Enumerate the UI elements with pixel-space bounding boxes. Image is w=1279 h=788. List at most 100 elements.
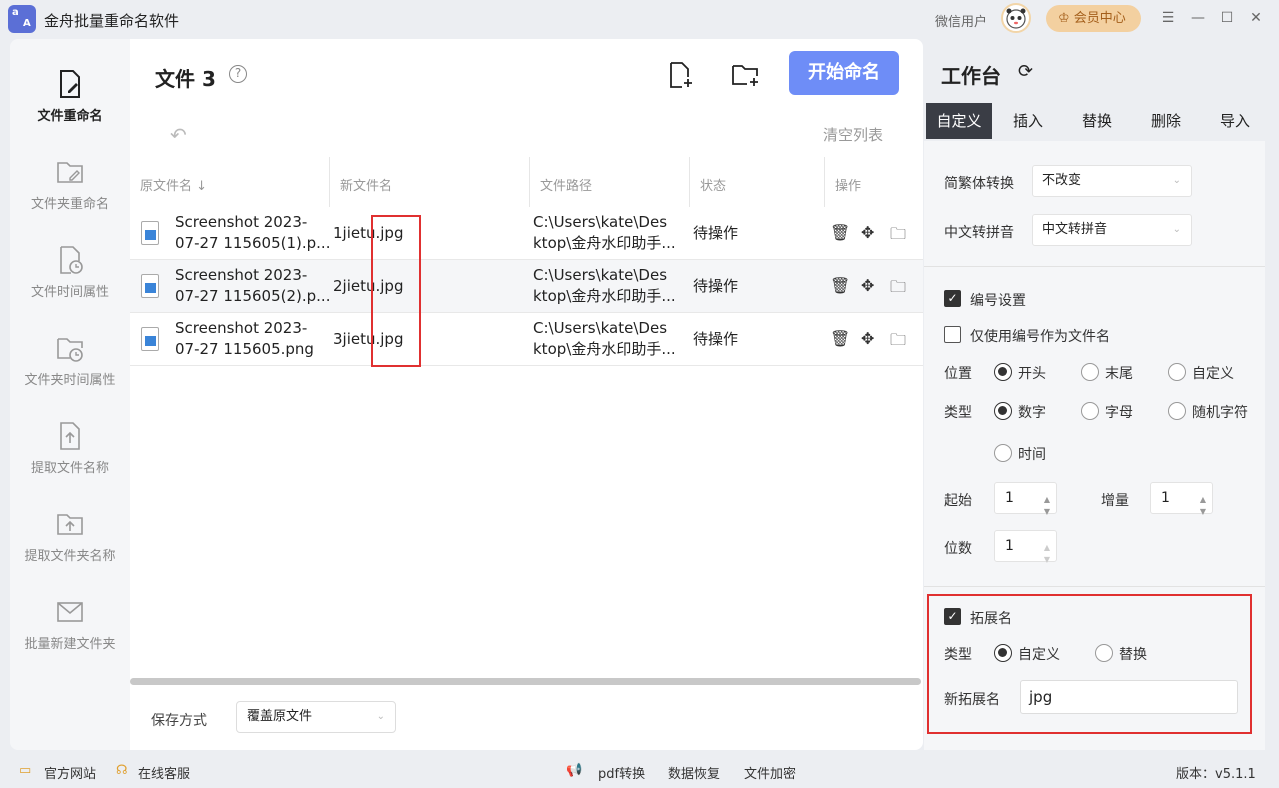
position-end-radio[interactable]	[1081, 363, 1099, 381]
help-icon[interactable]: ?	[229, 65, 247, 83]
title-bar: aA 金舟批量重命名软件 微信用户 ♔ 会员中心 ☰ — ☐ ✕	[0, 0, 1279, 38]
status-text: 待操作	[693, 277, 739, 295]
table-row[interactable]: Screenshot 2023- 07-27 115605(2).p... 2j…	[130, 260, 923, 313]
start-rename-button[interactable]: 开始命名	[789, 51, 899, 95]
highlight-box-extension	[927, 594, 1252, 734]
sidebar-item-file-rename[interactable]: 文件重命名	[10, 69, 130, 124]
original-name-line1: Screenshot 2023-	[175, 213, 308, 231]
column-header-original[interactable]: 原文件名 ↓	[140, 175, 207, 194]
start-value: 1	[1005, 490, 1014, 506]
delete-icon[interactable]: 🗑	[830, 276, 850, 295]
chevron-down-icon[interactable]: ▼	[1044, 545, 1050, 575]
sidebar-item-label: 文件重命名	[37, 109, 103, 124]
open-folder-icon[interactable]: 🗀	[890, 223, 906, 250]
tab-delete[interactable]: 删除	[1133, 103, 1199, 139]
delete-icon[interactable]: 🗑	[830, 223, 850, 242]
table-row[interactable]: Screenshot 2023- 07-27 115605.png 3jietu…	[130, 313, 923, 366]
sidebar-item-extract-file[interactable]: 提取文件名称	[10, 421, 130, 476]
sidebar: 文件重命名 文件夹重命名 文件时间属性 文件夹时间属性 提取文件名称 提取文件夹…	[10, 39, 130, 750]
tab-replace[interactable]: 替换	[1064, 103, 1130, 139]
trad-simplified-value: 不改变	[1042, 173, 1082, 188]
delete-icon[interactable]: 🗑	[830, 329, 850, 348]
original-name-line2: 07-27 115605.png	[175, 340, 314, 358]
column-divider[interactable]	[824, 157, 825, 207]
chevron-down-icon: ⌄	[376, 711, 385, 722]
trad-simplified-select[interactable]: 不改变 ⌄	[1032, 165, 1192, 197]
pdf-convert-link[interactable]: pdf转换	[598, 763, 645, 782]
type-label: 类型	[944, 405, 972, 421]
status-text: 待操作	[693, 224, 739, 242]
sidebar-item-batch-folder[interactable]: 批量新建文件夹	[10, 597, 130, 652]
table-row[interactable]: Screenshot 2023- 07-27 115605(1).p... 1j…	[130, 207, 923, 260]
website-icon: ▭	[19, 763, 32, 778]
open-folder-icon[interactable]: 🗀	[890, 276, 906, 303]
horizontal-scrollbar[interactable]	[130, 678, 921, 685]
sidebar-item-label: 提取文件夹名称	[24, 549, 116, 564]
digits-stepper[interactable]: 1 ▲ ▼	[994, 530, 1057, 564]
column-header-new: 新文件名	[340, 179, 393, 194]
image-file-icon	[141, 221, 159, 245]
move-icon[interactable]: ✥	[861, 329, 874, 348]
online-service-link[interactable]: 在线客服	[138, 763, 190, 782]
workbench-title: 工作台	[941, 64, 1001, 88]
increment-stepper[interactable]: 1 ▲ ▼	[1150, 482, 1213, 516]
increment-label: 增量	[1101, 493, 1129, 509]
close-icon[interactable]: ✕	[1246, 8, 1266, 28]
tab-insert[interactable]: 插入	[995, 103, 1061, 139]
save-mode-select[interactable]: 覆盖原文件 ⌄	[236, 701, 396, 733]
vip-center-button[interactable]: ♔ 会员中心	[1046, 5, 1141, 32]
menu-icon[interactable]: ☰	[1158, 8, 1178, 28]
highlight-box-extension-column	[371, 215, 421, 367]
position-end-label: 末尾	[1105, 366, 1133, 382]
type-time-radio[interactable]	[994, 444, 1012, 462]
move-icon[interactable]: ✥	[861, 276, 874, 295]
type-letter-radio[interactable]	[1081, 402, 1099, 420]
maximize-icon[interactable]: ☐	[1217, 8, 1237, 28]
position-start-label: 开头	[1018, 366, 1046, 382]
move-icon[interactable]: ✥	[861, 223, 874, 242]
sidebar-item-label: 提取文件名称	[30, 461, 109, 476]
page-title: 文件 3	[155, 67, 216, 91]
column-divider[interactable]	[689, 157, 690, 207]
undo-icon[interactable]: ↶	[170, 123, 187, 147]
minimize-icon[interactable]: —	[1188, 8, 1208, 28]
tab-custom[interactable]: 自定义	[926, 103, 992, 139]
sidebar-item-folder-time[interactable]: 文件夹时间属性	[10, 333, 130, 388]
column-header-path: 文件路径	[540, 179, 593, 194]
megaphone-icon: 📢	[566, 763, 583, 778]
file-encrypt-link[interactable]: 文件加密	[744, 763, 796, 782]
open-folder-icon[interactable]: 🗀	[890, 329, 906, 356]
chevron-down-icon[interactable]: ▼	[1200, 497, 1206, 527]
start-label: 起始	[944, 493, 972, 509]
clear-list-button[interactable]: 清空列表	[823, 124, 883, 145]
type-number-radio[interactable]	[994, 402, 1012, 420]
user-name[interactable]: 微信用户	[935, 11, 987, 30]
number-only-checkbox[interactable]	[944, 326, 961, 343]
official-website-link[interactable]: 官方网站	[44, 763, 96, 782]
status-bar: ▭ 官方网站 ☊ 在线客服 📢 pdf转换 数据恢复 文件加密 版本：v5.1.…	[0, 752, 1279, 788]
position-start-radio[interactable]	[994, 363, 1012, 381]
refresh-icon[interactable]: ⟳	[1018, 61, 1033, 82]
type-random-radio[interactable]	[1168, 402, 1186, 420]
pinyin-select[interactable]: 中文转拼音 ⌄	[1032, 214, 1192, 246]
sidebar-item-extract-folder[interactable]: 提取文件夹名称	[10, 509, 130, 564]
start-stepper[interactable]: 1 ▲ ▼	[994, 482, 1057, 516]
divider	[924, 266, 1265, 267]
path-line1: C:\Users\kate\Des	[533, 266, 668, 284]
sidebar-item-file-time[interactable]: 文件时间属性	[10, 245, 130, 300]
tab-import[interactable]: 导入	[1202, 103, 1268, 139]
sidebar-item-folder-rename[interactable]: 文件夹重命名	[10, 157, 130, 212]
add-file-icon[interactable]	[668, 61, 694, 89]
position-custom-radio[interactable]	[1168, 363, 1186, 381]
original-name-line1: Screenshot 2023-	[175, 266, 308, 284]
numbering-checkbox[interactable]: ✓	[944, 290, 961, 307]
data-recovery-link[interactable]: 数据恢复	[668, 763, 720, 782]
divider	[924, 586, 1265, 587]
sidebar-item-label: 文件夹重命名	[30, 197, 109, 212]
path-line1: C:\Users\kate\Des	[533, 319, 668, 337]
column-divider[interactable]	[529, 157, 530, 207]
add-folder-icon[interactable]	[731, 61, 761, 89]
avatar[interactable]	[1001, 3, 1031, 33]
chevron-down-icon[interactable]: ▼	[1044, 497, 1050, 527]
column-divider[interactable]	[329, 157, 330, 207]
